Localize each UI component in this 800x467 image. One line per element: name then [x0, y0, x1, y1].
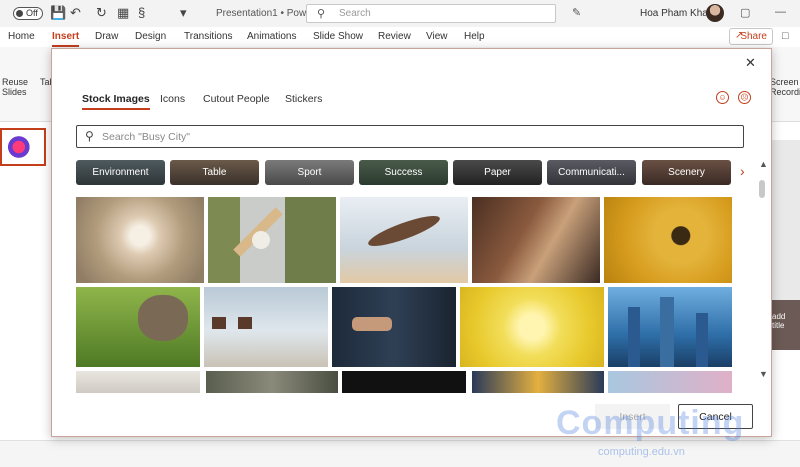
- frown-icon[interactable]: ☹: [738, 91, 751, 104]
- tab-help[interactable]: Help: [464, 31, 485, 42]
- image-bee-honeycomb[interactable]: [604, 197, 732, 283]
- image-hawk[interactable]: [340, 197, 468, 283]
- avatar[interactable]: [706, 4, 724, 22]
- building-shape: [628, 307, 640, 367]
- search-icon: ⚲: [85, 129, 94, 143]
- title-bar: Off 💾 ↶ ↻ ▦ § ▾ Presentation1 • PowerPoi…: [0, 0, 800, 27]
- search-placeholder: Search: [339, 8, 371, 19]
- slide-title-placeholder: add title: [768, 300, 800, 350]
- undo-icon[interactable]: ↶: [70, 5, 81, 21]
- category-table[interactable]: Table: [170, 160, 259, 185]
- scrollbar-thumb[interactable]: [759, 180, 765, 198]
- image-partial-kitchen[interactable]: [76, 371, 200, 393]
- present-icon[interactable]: ▦: [117, 5, 129, 21]
- category-scenery[interactable]: Scenery: [642, 160, 731, 185]
- hands-shape: [352, 317, 392, 331]
- tab-design[interactable]: Design: [135, 31, 166, 42]
- close-icon[interactable]: ✕: [745, 55, 756, 71]
- user-name: Hoa Pham Khac: [640, 8, 713, 19]
- image-partial-building[interactable]: [472, 371, 604, 393]
- building-shape: [660, 297, 674, 367]
- screen-recording-label[interactable]: Screen Recording: [770, 77, 800, 97]
- image-lemon[interactable]: [460, 287, 604, 367]
- category-paper[interactable]: Paper: [453, 160, 542, 185]
- image-city-skyscrapers[interactable]: [608, 287, 732, 367]
- smile-icon[interactable]: ☺: [716, 91, 729, 104]
- tab-review[interactable]: Review: [378, 31, 411, 42]
- tab-draw[interactable]: Draw: [95, 31, 118, 42]
- tab-icons[interactable]: Icons: [160, 93, 185, 105]
- tab-slide-show[interactable]: Slide Show: [313, 31, 363, 42]
- tab-view[interactable]: View: [426, 31, 448, 42]
- save-icon[interactable]: 💾: [50, 5, 66, 21]
- image-baseball[interactable]: [208, 197, 336, 283]
- image-businessman[interactable]: [332, 287, 456, 367]
- watermark-logo: Computing: [556, 404, 745, 442]
- horse-shape: [212, 317, 226, 329]
- tab-insert[interactable]: Insert: [52, 31, 80, 47]
- redo-icon[interactable]: ↻: [96, 5, 107, 21]
- image-dandelion[interactable]: [76, 197, 204, 283]
- format-painter-icon[interactable]: §: [138, 5, 145, 20]
- share-button[interactable]: Share: [729, 28, 773, 45]
- search-placeholder: Search "Busy City": [102, 131, 190, 143]
- stock-search-input[interactable]: ⚲ Search "Busy City": [76, 125, 744, 148]
- scroll-up-icon[interactable]: ▲: [759, 159, 768, 169]
- cat-shape: [138, 295, 188, 341]
- tab-cutout-people[interactable]: Cutout People: [203, 93, 270, 105]
- tab-stock-images[interactable]: Stock Images: [82, 93, 150, 110]
- image-horses-beach[interactable]: [204, 287, 328, 367]
- category-sport[interactable]: Sport: [265, 160, 354, 185]
- autosave-state: Off: [26, 8, 38, 18]
- image-cat[interactable]: [76, 287, 200, 367]
- comments-icon[interactable]: □: [782, 30, 789, 42]
- scroll-down-icon[interactable]: ▼: [759, 369, 768, 379]
- tab-stickers[interactable]: Stickers: [285, 93, 322, 105]
- tab-transitions[interactable]: Transitions: [184, 31, 233, 42]
- bird-shape: [365, 210, 443, 252]
- reuse-slides-label[interactable]: Reuse Slides: [2, 77, 28, 97]
- search-icon: ⚲: [317, 8, 326, 20]
- pen-icon[interactable]: ✎: [572, 6, 581, 19]
- ball-shape: [252, 231, 270, 249]
- customize-qat-icon[interactable]: ▾: [180, 5, 187, 21]
- chevron-right-icon[interactable]: ›: [740, 163, 745, 179]
- ribbon-display-icon[interactable]: ▢: [740, 6, 750, 19]
- autosave-toggle[interactable]: Off: [13, 7, 43, 20]
- minimize-icon[interactable]: —: [775, 6, 786, 18]
- watermark-domain: computing.edu.vn: [598, 446, 685, 458]
- stock-images-dialog: ✕ Stock Images Icons Cutout People Stick…: [51, 48, 772, 437]
- slide-thumbnail[interactable]: [0, 128, 46, 166]
- image-craftsman[interactable]: [472, 197, 600, 283]
- ribbon-tabs: Home Insert Draw Design Transitions Anim…: [0, 27, 800, 47]
- category-success[interactable]: Success: [359, 160, 448, 185]
- image-partial-sky[interactable]: [608, 371, 732, 393]
- category-communication[interactable]: Communicati...: [547, 160, 636, 185]
- title-search-input[interactable]: ⚲ Search: [306, 4, 556, 23]
- image-partial-texture[interactable]: [206, 371, 338, 393]
- horse-shape: [238, 317, 252, 329]
- tab-home[interactable]: Home: [8, 31, 35, 42]
- tab-animations[interactable]: Animations: [247, 31, 296, 42]
- image-partial-dark[interactable]: [342, 371, 466, 393]
- building-shape: [696, 313, 708, 367]
- toggle-knob: [16, 10, 23, 17]
- category-environment[interactable]: Environment: [76, 160, 165, 185]
